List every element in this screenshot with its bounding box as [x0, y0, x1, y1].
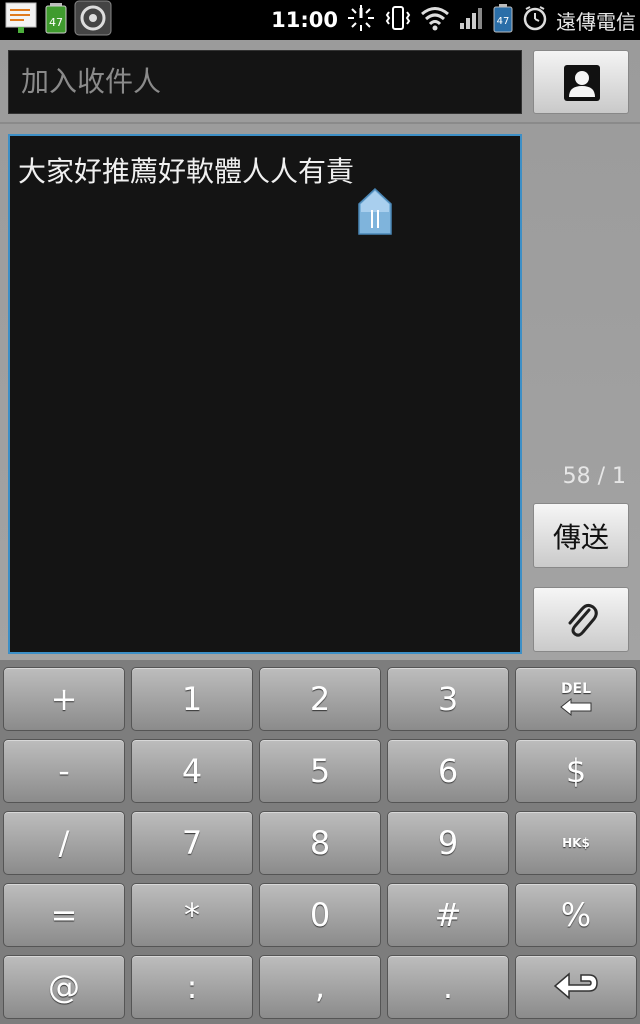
clock-icon [522, 5, 548, 35]
divider [0, 122, 640, 124]
battery-icon: 47 [492, 3, 514, 37]
text-cursor-handle-icon[interactable] [358, 188, 392, 236]
status-bar: 47 11:00 47 遠傳電信 [0, 0, 640, 40]
app-notification-icon [74, 0, 112, 40]
key-hash[interactable]: # [387, 883, 509, 947]
backspace-arrow-icon [560, 697, 592, 717]
key-delete[interactable]: DEL [515, 667, 637, 731]
carrier-name: 遠傳電信 [556, 9, 636, 34]
key-comma[interactable]: , [259, 955, 381, 1019]
svg-text:47: 47 [49, 16, 63, 29]
key-dollar[interactable]: $ [515, 739, 637, 803]
alarm-icon [346, 3, 376, 37]
wifi-icon [420, 5, 450, 35]
key-1[interactable]: 1 [131, 667, 253, 731]
clock-time: 11:00 [271, 8, 338, 32]
key-period[interactable]: . [387, 955, 509, 1019]
key-0[interactable]: 0 [259, 883, 381, 947]
key-8[interactable]: 8 [259, 811, 381, 875]
send-button[interactable]: 傳送 [533, 503, 629, 568]
key-7[interactable]: 7 [131, 811, 253, 875]
vibrate-icon [384, 4, 412, 36]
character-counter: 58 / 1 [562, 464, 626, 489]
key-colon[interactable]: : [131, 955, 253, 1019]
message-input[interactable]: 大家好推薦好軟體人人有責 [8, 134, 522, 654]
numeric-keyboard: + 1 2 3 DEL - 4 5 6 $ / 7 8 9 HK$ = * 0 … [0, 660, 640, 1024]
enter-arrow-icon [553, 972, 598, 1000]
key-percent[interactable]: % [515, 883, 637, 947]
key-enter[interactable] [515, 955, 637, 1019]
svg-text:47: 47 [497, 16, 510, 27]
key-9[interactable]: 9 [387, 811, 509, 875]
key-3[interactable]: 3 [387, 667, 509, 731]
attach-button[interactable] [533, 587, 629, 652]
key-slash[interactable]: / [3, 811, 125, 875]
recipient-input[interactable]: 加入收件人 [8, 50, 522, 114]
contact-picker-button[interactable] [533, 50, 629, 114]
key-4[interactable]: 4 [131, 739, 253, 803]
key-6[interactable]: 6 [387, 739, 509, 803]
key-at[interactable]: @ [3, 955, 125, 1019]
key-5[interactable]: 5 [259, 739, 381, 803]
key-equals[interactable]: = [3, 883, 125, 947]
message-text: 大家好推薦好軟體人人有責 [18, 155, 355, 188]
key-hk-dollar[interactable]: HK$ [515, 811, 637, 875]
notes-icon [4, 1, 38, 39]
key-plus[interactable]: + [3, 667, 125, 731]
contact-icon [564, 65, 600, 101]
compose-panel: 加入收件人 大家好推薦好軟體人人有責 58 / 1 傳送 [0, 40, 640, 660]
paperclip-icon [568, 603, 598, 637]
del-label: DEL [560, 681, 592, 697]
battery-47-icon: 47 [44, 1, 68, 39]
key-minus[interactable]: - [3, 739, 125, 803]
key-asterisk[interactable]: * [131, 883, 253, 947]
key-2[interactable]: 2 [259, 667, 381, 731]
signal-icon [458, 5, 484, 35]
